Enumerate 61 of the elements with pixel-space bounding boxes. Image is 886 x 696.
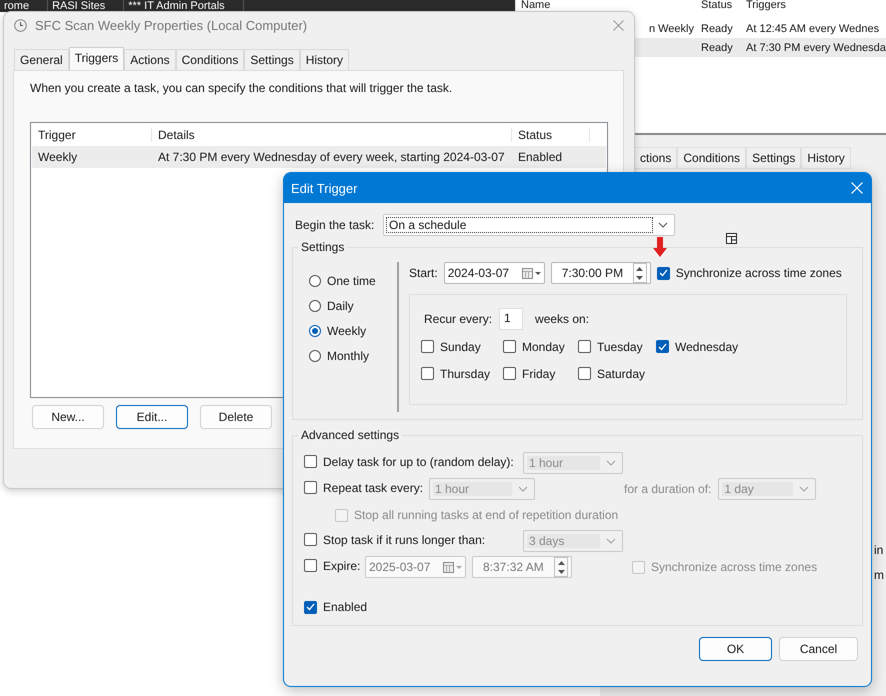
- tab[interactable]: Conditions: [176, 49, 244, 70]
- text: weeks on:: [535, 312, 590, 326]
- dropdown[interactable]: On a schedule: [383, 214, 675, 236]
- checkbox-label: Synchronize across time zones: [676, 266, 842, 280]
- tab[interactable]: ctions: [634, 147, 678, 169]
- checkbox-label: Synchronize across time zones: [651, 560, 818, 574]
- text: m: [874, 568, 884, 582]
- text: in: [874, 543, 884, 557]
- dialog-title: Edit Trigger: [291, 180, 358, 196]
- column-header[interactable]: Trigger: [32, 128, 152, 142]
- radio-option[interactable]: Monthly: [309, 343, 397, 368]
- group-label: Advanced settings: [300, 428, 400, 442]
- radio-option[interactable]: Weekly: [309, 318, 397, 343]
- tab[interactable]: Settings: [746, 147, 802, 169]
- button[interactable]: New...: [32, 405, 104, 429]
- time-field[interactable]: 8:37:32 AM: [472, 556, 572, 578]
- button[interactable]: Delete: [200, 405, 272, 429]
- tab[interactable]: General: [14, 49, 69, 70]
- input-field[interactable]: 1: [499, 308, 524, 330]
- task-row[interactable]: Ready At 7:30 PM every Wednesda: [634, 38, 886, 57]
- window-title: SFC Scan Weekly Properties (Local Computer): [35, 18, 308, 32]
- date-picker[interactable]: 2025-03-07: [365, 556, 466, 578]
- tab[interactable]: Triggers: [68, 47, 124, 70]
- group-label: Settings: [300, 240, 346, 254]
- checkbox-label: Thursday: [440, 366, 490, 380]
- description-text: When you create a task, you can specify the conditions that will trigger the task.: [30, 81, 454, 95]
- checkbox-label: Monday: [522, 340, 565, 354]
- button[interactable]: OK: [699, 637, 772, 661]
- checkbox-label: Stop task if it runs longer than:: [323, 532, 486, 547]
- tab[interactable]: History: [300, 49, 350, 70]
- tab[interactable]: History: [801, 147, 851, 169]
- field-label: for a duration of:: [624, 482, 712, 496]
- checkbox-label: Friday: [522, 366, 556, 380]
- checkbox-label: Tuesday: [597, 340, 643, 354]
- tab[interactable]: Settings: [244, 49, 300, 70]
- column-header[interactable]: Status: [512, 128, 590, 142]
- field-label: Begin the task:: [295, 218, 376, 232]
- tab[interactable]: Actions: [124, 49, 176, 70]
- text: Recur every:: [424, 312, 492, 326]
- radio-option[interactable]: Daily: [309, 293, 397, 318]
- button[interactable]: Edit...: [116, 405, 188, 429]
- column-header[interactable]: Status: [696, 0, 741, 11]
- column-header[interactable]: Details: [152, 128, 512, 142]
- radio-option[interactable]: One time: [309, 268, 397, 293]
- trigger-row[interactable]: Weekly At 7:30 PM every Wednesday of every week, starting 2024-03-07 Enabled: [32, 146, 606, 168]
- date-picker[interactable]: 2024-03-07: [444, 262, 545, 284]
- checkbox-label: Enabled: [323, 600, 368, 614]
- task-row[interactable]: n Weekly Ready At 12:45 AM every Wednes: [634, 19, 886, 38]
- column-header[interactable]: Name: [516, 0, 550, 11]
- time-field[interactable]: 7:30:00 PM: [550, 262, 651, 284]
- checkbox-label: Wednesday: [675, 340, 738, 354]
- column-header[interactable]: Triggers: [741, 0, 886, 11]
- tab[interactable]: Conditions: [677, 147, 746, 169]
- button[interactable]: Cancel: [779, 637, 858, 661]
- checkbox-label: Repeat task every:: [323, 480, 424, 495]
- checkbox-label: Sunday: [440, 340, 481, 354]
- checkbox-label: Stop all running tasks at end of repetition duration: [354, 508, 618, 522]
- text: Start:: [409, 266, 438, 280]
- checkbox-label: Expire:: [323, 558, 360, 573]
- checkbox-label: Saturday: [597, 366, 646, 380]
- checkbox-label: Delay task for up to (random delay):: [323, 454, 514, 469]
